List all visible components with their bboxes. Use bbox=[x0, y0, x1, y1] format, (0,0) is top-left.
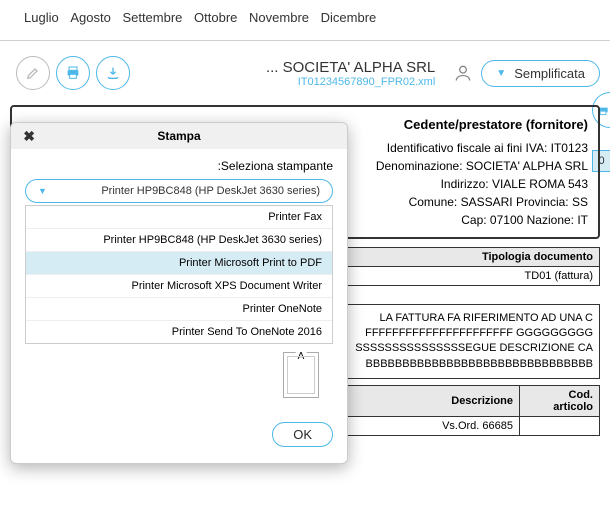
company-title: SOCIETA' ALPHA SRL ... bbox=[130, 59, 435, 76]
toolbar: Semplificata ▼ SOCIETA' ALPHA SRL ... IT… bbox=[0, 51, 610, 95]
chevron-down-icon: ▼ bbox=[38, 186, 47, 196]
divider bbox=[0, 40, 610, 41]
month-link[interactable]: Dicembre bbox=[321, 10, 377, 25]
close-icon[interactable]: ✖ bbox=[19, 128, 35, 144]
printer-option[interactable]: Printer Send To OneNote 2016 bbox=[26, 321, 332, 343]
months-nav: Luglio Agosto Settembre Ottobre Novembre… bbox=[0, 0, 610, 35]
chevron-down-icon: ▼ bbox=[496, 68, 506, 79]
person-icon bbox=[453, 63, 473, 83]
col-cod: Cod. articolo bbox=[520, 386, 600, 417]
print-modal: Stampa ✖ Seleziona stampante: Printer HP… bbox=[10, 122, 348, 464]
month-link[interactable]: Luglio bbox=[24, 10, 59, 25]
month-link[interactable]: Novembre bbox=[249, 10, 309, 25]
ok-button[interactable]: OK bbox=[272, 422, 333, 447]
page-thumbnail[interactable]: A bbox=[283, 352, 319, 398]
printer-dropdown: Printer Fax Printer HP9BC848 (HP DeskJet… bbox=[25, 205, 333, 344]
printer-option[interactable]: Printer Microsoft Print to PDF bbox=[26, 252, 332, 275]
thumb-label: A bbox=[296, 351, 307, 362]
printer-select[interactable]: Printer HP9BC848 (HP DeskJet 3630 series… bbox=[25, 179, 333, 203]
modal-header: Stampa ✖ bbox=[11, 123, 347, 149]
modal-title: Stampa bbox=[157, 129, 200, 143]
printer-label: Seleziona stampante: bbox=[25, 159, 333, 173]
printer-option[interactable]: Printer HP9BC848 (HP DeskJet 3630 series… bbox=[26, 229, 332, 252]
print-button[interactable] bbox=[56, 56, 90, 90]
title-area: SOCIETA' ALPHA SRL ... IT01234567890_FPR… bbox=[130, 59, 435, 88]
selected-printer: Printer HP9BC848 (HP DeskJet 3630 series… bbox=[101, 185, 320, 197]
edit-button[interactable] bbox=[16, 56, 50, 90]
mode-label: Semplificata bbox=[514, 66, 585, 81]
printer-option[interactable]: Printer Fax bbox=[26, 206, 332, 229]
month-link[interactable]: Ottobre bbox=[194, 10, 237, 25]
month-link[interactable]: Settembre bbox=[122, 10, 182, 25]
download-button[interactable] bbox=[96, 56, 130, 90]
printer-option[interactable]: Printer OneNote bbox=[26, 298, 332, 321]
filename-link[interactable]: IT01234567890_FPR02.xml bbox=[130, 76, 435, 88]
mode-dropdown[interactable]: Semplificata ▼ bbox=[481, 60, 600, 87]
printer-option[interactable]: Printer Microsoft XPS Document Writer bbox=[26, 275, 332, 298]
month-link[interactable]: Agosto bbox=[70, 10, 110, 25]
